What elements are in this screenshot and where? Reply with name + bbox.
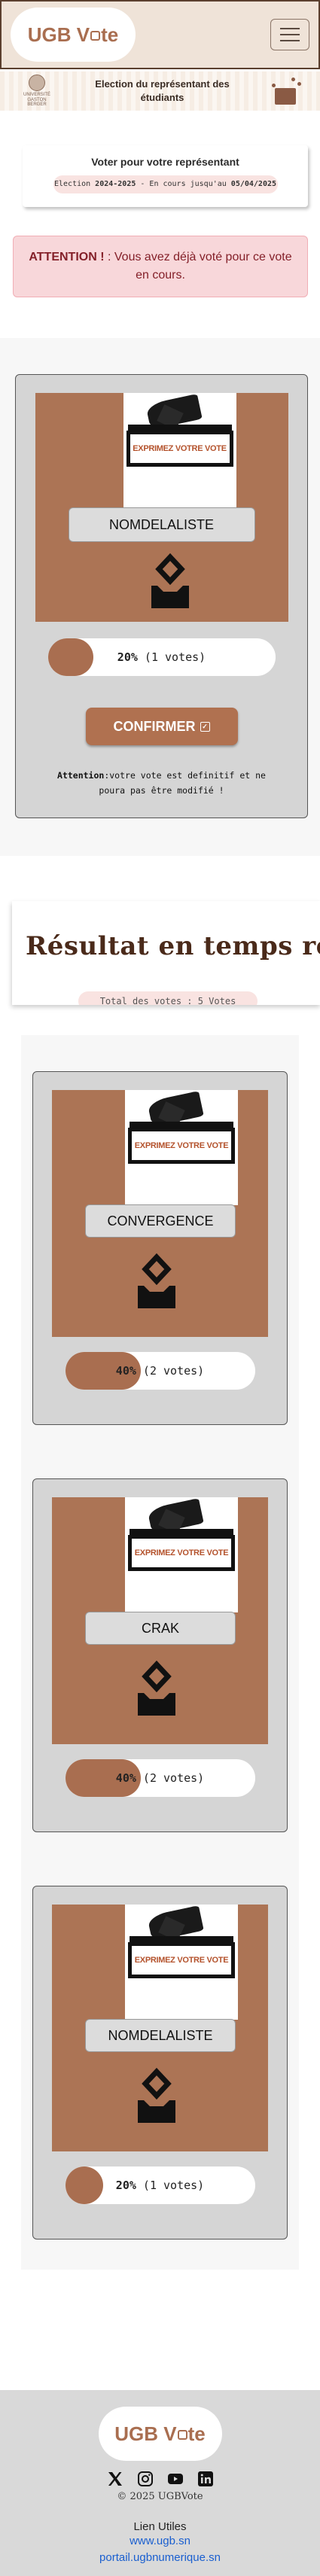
alert-strong: ATTENTION ! [29, 251, 105, 263]
period-prefix: Election [53, 180, 96, 188]
menu-toggle-button[interactable] [270, 19, 309, 50]
logo-text: GASTON BERGER [27, 97, 47, 108]
total-votes-badge: Total des votes : 5 Votes [78, 991, 258, 1005]
youtube-icon[interactable] [166, 2470, 184, 2488]
poster-text: EXPRIMEZ VOTRE VOTE [132, 1131, 231, 1160]
university-seal-icon [29, 75, 45, 92]
poster-text: EXPRIMEZ VOTRE VOTE [132, 1946, 231, 1975]
ballot-box-icon [138, 1253, 175, 1308]
result-card: EXPRIMEZ VOTRE VOTE CONVERGENCE 40% (2 v… [32, 1071, 288, 1425]
footer: UGB V te © 2025 UGBVote Lien Utiles www.u… [0, 2390, 320, 2576]
progress-text: 20% (1 votes) [117, 650, 206, 664]
poster-text: EXPRIMEZ VOTRE VOTE [130, 434, 230, 463]
link-portail[interactable]: portail.ugbnumerique.sn [0, 2550, 320, 2566]
university-logo: UNIVERSITÉ GASTON BERGER [18, 75, 56, 108]
progress-percent: 40% [115, 1364, 136, 1378]
candidate-name: CONVERGENCE [85, 1204, 236, 1238]
confirm-label: CONFIRMER [113, 718, 196, 734]
brand-prefix: UGB V [114, 2422, 177, 2445]
progress-votes: (2 votes) [142, 1364, 205, 1378]
check-square-icon: ✓ [200, 721, 210, 732]
already-voted-alert: ATTENTION ! : Vous avez déjà voté pour c… [13, 236, 308, 297]
candidate-image: EXPRIMEZ VOTRE VOTE CONVERGENCE [52, 1090, 268, 1337]
progress-fill [47, 638, 93, 676]
vote-header-card: Voter pour votre représentant Election 2… [23, 145, 308, 207]
link-ugb[interactable]: www.ugb.sn [0, 2533, 320, 2550]
progress-fill [65, 2166, 103, 2204]
candidate-name: NOMDELALISTE [85, 2019, 236, 2052]
logo-text: UNIVERSITÉ [23, 93, 50, 98]
ballot-box-icon [138, 2067, 175, 2123]
social-links [0, 2470, 320, 2488]
result-card: EXPRIMEZ VOTRE VOTE NOMDELALISTE 20% (1 … [32, 1886, 288, 2240]
progress-percent: 20% [115, 2179, 136, 2192]
result-progress-bar: 40% (2 votes) [65, 1352, 255, 1390]
candidate-image: EXPRIMEZ VOTRE VOTE NOMDELALISTE [35, 393, 288, 622]
end-date: 05/04/2025 [230, 180, 277, 188]
linkedin-icon[interactable] [197, 2470, 215, 2488]
vote-poster: EXPRIMEZ VOTRE VOTE [125, 1905, 238, 2020]
checkbox-o-icon [90, 30, 101, 41]
brand-logo[interactable]: UGB V te [11, 8, 136, 62]
candidate-image: EXPRIMEZ VOTRE VOTE CRAK [52, 1497, 268, 1744]
vote-warning: Attention:votre vote est definitif et ne… [49, 768, 275, 798]
useful-links-title: Lien Utiles [133, 2520, 187, 2533]
copyright: © 2025 UGBVote [117, 2491, 203, 2502]
navbar: UGB V te [0, 0, 320, 69]
instagram-icon[interactable] [136, 2470, 154, 2488]
progress-text: 20% (1 votes) [116, 2179, 204, 2192]
vote-section: EXPRIMEZ VOTRE VOTE NOMDELALISTE 20% (1 … [0, 338, 320, 856]
brand-suffix: te [101, 23, 119, 46]
progress-text: 40% (2 votes) [116, 1364, 204, 1378]
progress-votes: (1 votes) [144, 650, 206, 664]
candidate-image: EXPRIMEZ VOTRE VOTE NOMDELALISTE [52, 1905, 268, 2151]
brand-prefix: UGB V [27, 23, 90, 46]
progress-votes: (1 votes) [142, 2179, 205, 2192]
result-card: EXPRIMEZ VOTRE VOTE CRAK 40% (2 votes) [32, 1478, 288, 1832]
banner-title: Election du représentant des étudiants [56, 78, 269, 104]
progress-percent: 40% [115, 1771, 136, 1785]
hamburger-icon [280, 28, 300, 29]
ballot-box-icon [138, 1660, 175, 1716]
result-progress-bar: 40% (2 votes) [65, 1759, 255, 1797]
election-banner: UNIVERSITÉ GASTON BERGER Election du rep… [0, 72, 320, 111]
warning-strong: Attention [57, 770, 105, 781]
vote-poster: EXPRIMEZ VOTRE VOTE [125, 1090, 238, 1205]
vote-poster: EXPRIMEZ VOTRE VOTE [125, 1497, 238, 1612]
x-icon[interactable] [106, 2470, 124, 2488]
progress-percent: 20% [117, 650, 138, 664]
brand-suffix: te [187, 2422, 206, 2445]
alert-message: : Vous avez déjà voté pour ce vote en co… [104, 251, 292, 282]
period-mid: - En cours jusqu'au [136, 180, 231, 188]
warning-text: :votre vote est definitif et ne poura pa… [99, 770, 266, 796]
hamburger-icon-line [280, 34, 300, 35]
progress-text: 40% (2 votes) [116, 1771, 204, 1785]
candidate-name: CRAK [85, 1612, 236, 1645]
ballot-box-icon [151, 553, 189, 608]
election-year: 2024-2025 [95, 180, 136, 188]
results-header: Résultat en temps réel Total des votes :… [12, 901, 320, 1005]
vote-progress-bar: 20% (1 votes) [47, 638, 276, 676]
footer-brand-logo[interactable]: UGB V te [98, 2407, 222, 2461]
confirm-button[interactable]: CONFIRMER ✓ [85, 708, 238, 745]
election-period-badge: Election 2024-2025 - En cours jusqu'au 0… [53, 175, 278, 193]
ballot-box-icon [269, 76, 302, 106]
result-progress-bar: 20% (1 votes) [65, 2166, 255, 2204]
progress-votes: (2 votes) [142, 1771, 205, 1785]
results-title: Résultat en temps réel [26, 931, 320, 961]
checkbox-o-icon [177, 2429, 187, 2440]
poster-text: EXPRIMEZ VOTRE VOTE [132, 1539, 231, 1567]
candidate-vote-card[interactable]: EXPRIMEZ VOTRE VOTE NOMDELALISTE 20% (1 … [15, 374, 308, 818]
results-list: EXPRIMEZ VOTRE VOTE CONVERGENCE 40% (2 v… [21, 1035, 299, 2270]
candidate-name: NOMDELALISTE [68, 507, 255, 542]
banner-title-line: étudiants [140, 92, 184, 103]
hamburger-icon-line [280, 40, 300, 41]
banner-title-line: Election du représentant des [95, 78, 230, 90]
vote-title: Voter pour votre représentant [91, 156, 239, 168]
vote-poster: EXPRIMEZ VOTRE VOTE [123, 393, 236, 508]
